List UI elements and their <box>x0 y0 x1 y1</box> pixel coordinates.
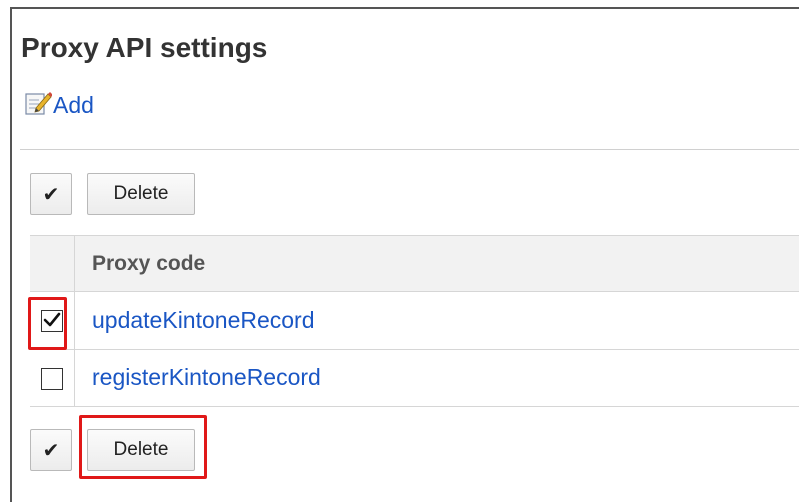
checkmark-icon: ✔ <box>42 439 60 462</box>
table-row: registerKintoneRecord <box>30 350 799 407</box>
page-title: Proxy API settings <box>21 32 268 63</box>
row-check-cell <box>30 350 75 406</box>
select-all-button-bottom[interactable]: ✔ <box>30 429 72 471</box>
edit-note-icon <box>24 90 53 121</box>
highlight-box-checkbox <box>28 297 67 350</box>
table-header-row: Proxy code <box>30 235 799 292</box>
add-link-label: Add <box>53 91 94 118</box>
delete-button-top[interactable]: Delete <box>87 173 195 215</box>
column-header-proxy-code: Proxy code <box>92 252 206 275</box>
delete-button-label: Delete <box>113 183 169 204</box>
checkmark-icon: ✔ <box>42 183 60 206</box>
table-row: updateKintoneRecord <box>30 292 799 350</box>
row-checkbox[interactable] <box>41 368 63 390</box>
proxy-code-link[interactable]: updateKintoneRecord <box>92 307 315 334</box>
header-check-cell <box>30 236 75 291</box>
divider <box>20 149 799 150</box>
proxy-code-link[interactable]: registerKintoneRecord <box>92 364 321 391</box>
select-all-button[interactable]: ✔ <box>30 173 72 215</box>
highlight-box-delete <box>79 415 207 479</box>
add-link[interactable]: Add <box>24 90 94 120</box>
